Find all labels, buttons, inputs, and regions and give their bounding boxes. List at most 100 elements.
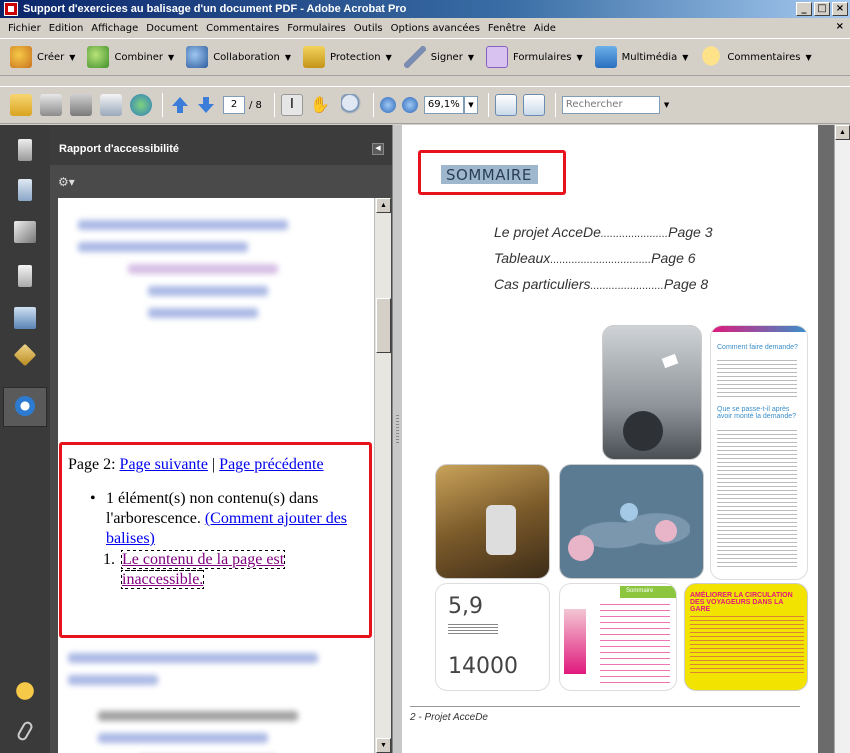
formulaires-button[interactable]: Formulaires ▼ (485, 46, 591, 68)
toc-entry[interactable]: Le projet AcceDe......................Pa… (494, 220, 713, 246)
signer-button[interactable]: Signer ▼ (403, 46, 482, 68)
print-icon[interactable] (40, 94, 62, 116)
menu-aide[interactable]: Aide (530, 23, 560, 34)
collapse-panel-icon[interactable]: ◀ (372, 143, 384, 155)
scroll-down-arrow-icon[interactable]: ▼ (376, 738, 391, 753)
photo-scientists-thumbnail (435, 464, 550, 579)
toolbar-separator (487, 93, 489, 117)
toc-entry[interactable]: Tableaux................................… (494, 246, 713, 272)
panel-header: Rapport d'accessibilité (50, 125, 392, 165)
toolbar-separator (273, 93, 275, 117)
scroll-thumb[interactable] (376, 298, 391, 353)
email-icon[interactable] (100, 94, 122, 116)
accessibility-icon[interactable] (15, 396, 35, 416)
sommaire-highlight-box: SOMMAIRE (418, 150, 566, 195)
splitter-grip[interactable] (396, 415, 399, 445)
form-icon (485, 46, 508, 68)
fit-width-icon[interactable] (494, 94, 517, 116)
open-folder-icon[interactable] (10, 94, 32, 116)
blurred-content-top (78, 220, 318, 330)
signer-label: Signer (430, 51, 463, 63)
toc-entry-title: Le projet AcceDe (494, 224, 601, 240)
formulaires-label: Formulaires (512, 51, 572, 63)
menu-options-avancees[interactable]: Options avancées (387, 23, 484, 34)
menu-document[interactable]: Document (142, 23, 202, 34)
toc-entry-title: Cas particuliers (494, 276, 591, 292)
bookmarks-icon[interactable] (18, 179, 32, 201)
toc-entry-page: Page 3 (668, 224, 713, 240)
fit-page-icon[interactable] (522, 94, 545, 116)
toc-entry-dots: ...................... (600, 228, 669, 240)
menu-fenetre[interactable]: Fenêtre (484, 23, 530, 34)
multimedia-button[interactable]: Multimédia ▼ (594, 46, 697, 68)
close-button[interactable]: × (832, 2, 848, 16)
scroll-up-arrow-icon[interactable]: ▲ (835, 125, 850, 140)
menu-commentaires[interactable]: Commentaires (202, 23, 283, 34)
model-tree-icon[interactable] (14, 307, 36, 329)
next-page-link[interactable]: Page suivante (120, 456, 208, 473)
layers-icon[interactable] (18, 265, 32, 287)
pages-icon[interactable] (18, 139, 32, 161)
report-scrollbar[interactable]: ▲ ▼ (374, 198, 391, 753)
zoom-dropdown-icon[interactable]: ▼ (463, 96, 478, 114)
chevron-down-icon: ▼ (682, 52, 689, 62)
inaccessible-content-link[interactable]: Le contenu de la page est inaccessible. (120, 550, 286, 589)
document-scrollbar[interactable]: ▲ (834, 125, 850, 753)
signatures-icon[interactable] (14, 221, 36, 243)
window-controls: _ □ × (796, 2, 848, 16)
chevron-down-icon: ▼ (168, 52, 175, 62)
chevron-down-icon: ▼ (385, 52, 392, 62)
creer-button[interactable]: Créer ▼ (10, 46, 83, 68)
zoom-out-icon[interactable] (379, 97, 396, 113)
document-close-icon[interactable]: × (836, 21, 844, 32)
chevron-down-icon: ▼ (467, 52, 474, 62)
save-icon[interactable] (70, 94, 92, 116)
commentaires-button[interactable]: Commentaires ▼ (700, 46, 819, 68)
report-content: Page 2: Page suivante | Page précédente … (58, 198, 375, 753)
scroll-up-arrow-icon[interactable]: ▲ (376, 198, 391, 213)
arrow-up-icon[interactable] (169, 94, 191, 116)
options-gear-icon[interactable]: ⚙▾ (58, 175, 75, 189)
globe-icon[interactable] (130, 94, 152, 116)
zoom-in-icon[interactable] (401, 97, 418, 113)
page-number-input[interactable]: 2 (223, 96, 245, 114)
arrow-down-icon[interactable] (195, 94, 217, 116)
maximize-button[interactable]: □ (814, 2, 830, 16)
comments-icon[interactable] (14, 680, 36, 702)
text-select-icon[interactable]: I (280, 94, 303, 116)
search-input[interactable]: Rechercher (561, 96, 660, 114)
zoom-tool-icon[interactable] (340, 94, 363, 116)
toc-entry-page: Page 6 (651, 250, 696, 266)
navigation-pane-bar (0, 125, 50, 753)
menu-edition[interactable]: Edition (45, 23, 88, 34)
stat-5-9: 5,9 (448, 594, 483, 619)
page-2-report-section: Page 2: Page suivante | Page précédente … (59, 442, 372, 638)
hand-icon[interactable]: ✋ (309, 94, 331, 116)
menu-outils[interactable]: Outils (350, 23, 387, 34)
combiner-button[interactable]: Combiner ▼ (87, 46, 182, 68)
toc-entry[interactable]: Cas particuliers........................… (494, 272, 713, 298)
pane-splitter[interactable] (392, 125, 402, 753)
menu-affichage[interactable]: Affichage (87, 23, 142, 34)
minimize-button[interactable]: _ (796, 2, 812, 16)
lock-icon (303, 46, 325, 68)
menu-formulaires[interactable]: Formulaires (283, 23, 349, 34)
title-bar: Support d'exercices au balisage d'un doc… (0, 0, 850, 18)
attachments-icon[interactable] (15, 719, 35, 743)
photo-children-kite-thumbnail (602, 325, 702, 460)
menu-fichier[interactable]: Fichier (4, 23, 45, 34)
collaboration-icon (186, 46, 209, 68)
tags-icon[interactable] (13, 343, 37, 367)
navigation-toolbar: 2 / 8 I ✋ 69,1% ▼ Rechercher ▼ (0, 86, 850, 124)
footer-rule (410, 706, 800, 707)
link-separator: | (211, 456, 216, 473)
collaboration-button[interactable]: Collaboration ▼ (186, 46, 299, 68)
previous-page-link[interactable]: Page précédente (219, 456, 323, 473)
zoom-level-input[interactable]: 69,1% (423, 96, 464, 114)
protection-label: Protection (330, 51, 381, 63)
world-map-chart-thumbnail (559, 464, 704, 579)
protection-button[interactable]: Protection ▼ (303, 46, 400, 68)
page-total: / 8 (249, 99, 262, 111)
search-dropdown-icon[interactable]: ▼ (664, 101, 669, 109)
combine-icon (87, 46, 110, 68)
